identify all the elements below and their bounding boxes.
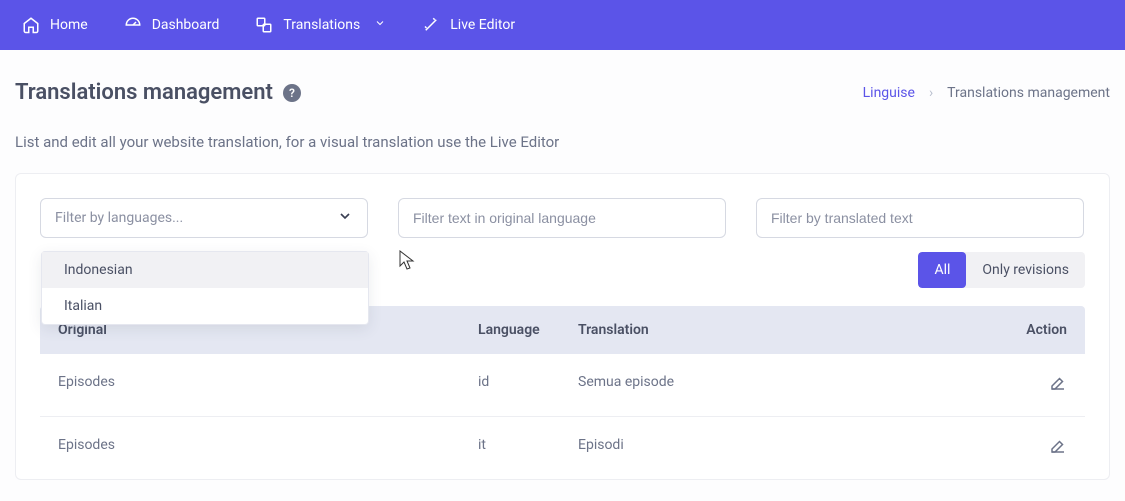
cell-translation: Episodi [578, 437, 997, 459]
help-icon[interactable]: ? [283, 84, 301, 102]
table-row: Episodes it Episodi [40, 417, 1085, 479]
cell-translation: Semua episode [578, 374, 997, 396]
filters-card: Filter by languages... Indonesian Italia… [15, 173, 1110, 480]
translated-text-input[interactable] [771, 210, 1069, 226]
cell-original: Episodes [58, 437, 478, 459]
language-option-italian[interactable]: Italian [42, 288, 368, 324]
edit-action[interactable] [997, 437, 1067, 459]
translated-text-filter[interactable] [756, 198, 1084, 238]
page-title: Translations management [15, 80, 273, 105]
chevron-down-icon [337, 208, 353, 228]
nav-translations[interactable]: Translations [237, 0, 404, 50]
translations-table: Original Language Translation Action Epi… [40, 306, 1085, 479]
th-language: Language [478, 322, 578, 338]
original-text-input[interactable] [413, 210, 711, 226]
edit-icon [1049, 374, 1067, 396]
nav-dashboard-label: Dashboard [152, 17, 220, 33]
chevron-right-icon: › [929, 85, 933, 101]
breadcrumb-current: Translations management [947, 85, 1110, 101]
breadcrumb-root[interactable]: Linguise [863, 85, 915, 101]
nav-live-editor[interactable]: Live Editor [404, 0, 533, 50]
edit-icon [1049, 437, 1067, 459]
th-action: Action [997, 322, 1067, 338]
nav-live-editor-label: Live Editor [450, 17, 515, 33]
cell-language: id [478, 374, 578, 396]
toggle-only-revisions[interactable]: Only revisions [966, 252, 1085, 288]
gauge-icon [124, 16, 142, 34]
magic-wand-icon [422, 16, 440, 34]
translate-icon [255, 16, 273, 34]
nav-translations-label: Translations [283, 17, 360, 33]
language-filter-select[interactable]: Filter by languages... Indonesian Italia… [40, 198, 368, 238]
revision-toggle: All Only revisions [918, 252, 1085, 288]
edit-action[interactable] [997, 374, 1067, 396]
language-dropdown: Indonesian Italian [41, 251, 369, 325]
nav-home[interactable]: Home [4, 0, 106, 50]
cell-language: it [478, 437, 578, 459]
page-title-wrap: Translations management ? [15, 80, 301, 105]
toggle-all[interactable]: All [918, 252, 966, 288]
nav-home-label: Home [50, 17, 88, 33]
th-translation: Translation [578, 322, 997, 338]
page-subtitle: List and edit all your website translati… [15, 133, 1110, 151]
nav-dashboard[interactable]: Dashboard [106, 0, 238, 50]
table-row: Episodes id Semua episode [40, 354, 1085, 417]
breadcrumb: Linguise › Translations management [863, 85, 1110, 101]
language-option-indonesian[interactable]: Indonesian [42, 252, 368, 288]
top-nav: Home Dashboard Translations Live Editor [0, 0, 1125, 50]
home-icon [22, 16, 40, 34]
language-filter-placeholder: Filter by languages... [55, 210, 183, 226]
cell-original: Episodes [58, 374, 478, 396]
original-text-filter[interactable] [398, 198, 726, 238]
chevron-down-icon [374, 17, 386, 33]
